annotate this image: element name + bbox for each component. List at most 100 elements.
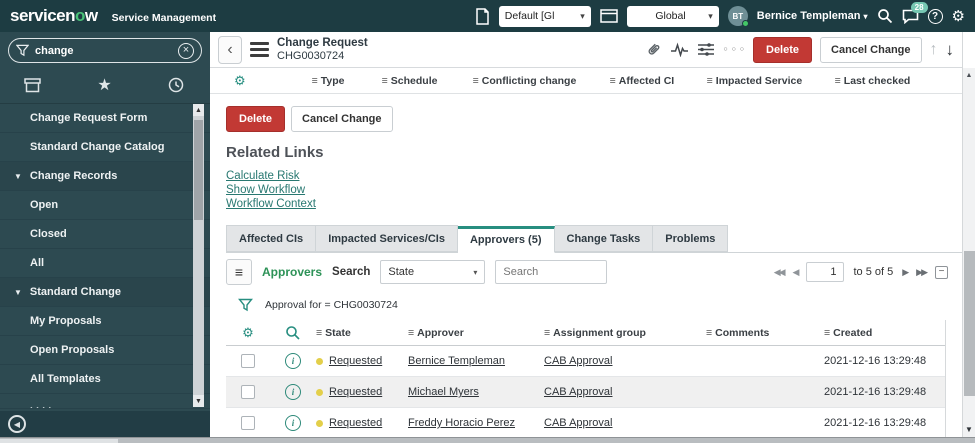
approver-link[interactable]: Bernice Templeman (408, 355, 544, 367)
column-header-comments[interactable]: ≡ Comments (706, 327, 824, 339)
main-scrollbar[interactable]: ▲ ▼ (962, 32, 975, 437)
sidebar-item-all[interactable]: All (0, 249, 210, 278)
column-header-conflicting-change[interactable]: ≡ Conflicting change (473, 75, 610, 87)
next-record-icon[interactable]: ↓ (946, 40, 955, 60)
gear-icon[interactable]: ⚙ (234, 73, 246, 89)
sidebar-item-my-proposals[interactable]: My Proposals (0, 307, 210, 336)
row-checkbox[interactable] (241, 354, 255, 368)
tab-impacted-services-cis[interactable]: Impacted Services/CIs (316, 225, 458, 252)
info-icon[interactable]: i (285, 353, 301, 369)
list-search-input[interactable] (495, 260, 608, 284)
tab-change-tasks[interactable]: Change Tasks (554, 225, 654, 252)
row-number-input[interactable] (806, 262, 845, 282)
collapse-navigator-icon[interactable]: ◀ (8, 415, 26, 433)
column-header-assignment-group[interactable]: ≡ Assignment group (544, 327, 706, 339)
column-header-schedule[interactable]: ≡ Schedule (382, 75, 473, 87)
row-checkbox[interactable] (241, 416, 255, 430)
first-page-icon[interactable]: ◀◀ (774, 267, 786, 278)
horizontal-scrollbar[interactable] (0, 437, 975, 443)
filter-condition[interactable]: Approval for = CHG0030724 (265, 299, 398, 311)
all-applications-icon[interactable] (24, 77, 41, 93)
sidebar-section-change-records[interactable]: ▼ Change Records (0, 162, 210, 191)
scrollbar-thumb[interactable] (964, 251, 975, 396)
sidebar-item-change-request-form[interactable]: Change Request Form (0, 104, 210, 133)
column-header-approver[interactable]: ≡ Approver (408, 327, 544, 339)
last-page-icon[interactable]: ▶▶ (916, 267, 928, 278)
gear-icon[interactable]: ⚙ (226, 325, 270, 341)
connect-chat-icon[interactable]: 28 (902, 1, 928, 24)
sidebar-item-standard-change-catalog[interactable]: Standard Change Catalog (0, 133, 210, 162)
state-link[interactable]: Requested (329, 355, 382, 367)
column-header-type[interactable]: ≡ Type (312, 75, 382, 87)
avatar[interactable]: BT (727, 6, 749, 27)
form-context-menu-icon[interactable] (250, 42, 269, 57)
delete-button[interactable]: Delete (753, 36, 813, 63)
sidebar-item-open[interactable]: Open (0, 191, 210, 220)
gear-icon[interactable]: ⚙ (952, 9, 965, 24)
state-link[interactable]: Requested (329, 386, 382, 398)
servicenow-logo[interactable]: servicenow (10, 6, 98, 26)
next-page-icon[interactable]: ▶ (902, 267, 909, 278)
history-clock-icon[interactable] (168, 77, 184, 93)
column-header-state[interactable]: ≡ State (316, 327, 408, 339)
previous-page-icon[interactable]: ◀ (793, 267, 800, 278)
column-header-impacted-service[interactable]: ≡ Impacted Service (707, 75, 835, 87)
sidebar-scrollbar-thumb[interactable] (194, 120, 203, 220)
column-header-created[interactable]: ≡ Created (824, 327, 945, 339)
cancel-change-button[interactable]: Cancel Change (291, 106, 393, 132)
search-icon[interactable] (877, 8, 893, 24)
help-icon[interactable]: ? (927, 8, 943, 24)
state-link[interactable]: Requested (329, 417, 382, 429)
approver-link[interactable]: Michael Myers (408, 386, 544, 398)
navigator-filter[interactable]: × (8, 38, 202, 63)
scroll-up-icon[interactable]: ▲ (963, 68, 975, 83)
minimize-list-icon[interactable]: − (935, 265, 948, 279)
navigator-filter-input[interactable] (35, 44, 165, 57)
tab-affected-cis[interactable]: Affected CIs (226, 225, 317, 252)
assignment-group-link[interactable]: CAB Approval (544, 417, 706, 429)
clear-filter-icon[interactable]: × (178, 42, 194, 59)
favorites-star-icon[interactable]: ★ (97, 75, 111, 95)
sidebar-item-open-proposals[interactable]: Open Proposals (0, 336, 210, 365)
calculate-risk-link[interactable]: Calculate Risk (226, 169, 962, 183)
tab-approvers[interactable]: Approvers (5) (457, 226, 555, 253)
info-icon[interactable]: i (285, 384, 301, 400)
scroll-up-icon[interactable]: ▲ (193, 104, 204, 116)
tab-problems[interactable]: Problems (653, 225, 729, 252)
workflow-context-link[interactable]: Workflow Context (226, 197, 962, 211)
filter-funnel-icon[interactable] (238, 298, 253, 312)
more-options-icon[interactable]: ○ ○ ○ (723, 46, 745, 53)
list-search-icon[interactable] (270, 325, 316, 341)
delete-button[interactable]: Delete (226, 106, 286, 132)
sidebar-scrollbar[interactable]: ▲ ▼ (193, 104, 204, 407)
application-scope-picker[interactable]: Global ▾ (626, 5, 719, 27)
column-header-last-checked[interactable]: ≡ Last checked (835, 75, 962, 87)
attachment-paperclip-icon[interactable] (645, 41, 662, 58)
search-column-select[interactable]: State ▾ (380, 260, 486, 284)
update-set-picker[interactable]: Default [Gl ▾ (498, 5, 591, 27)
application-scope-icon[interactable] (600, 9, 618, 23)
horizontal-scrollbar-thumb[interactable] (0, 439, 118, 443)
row-checkbox[interactable] (241, 385, 255, 399)
scroll-down-icon[interactable]: ▼ (193, 395, 204, 407)
scrollbar-track[interactable] (963, 83, 975, 422)
update-set-icon[interactable] (475, 7, 490, 25)
back-button[interactable]: ‹ (218, 35, 242, 64)
show-workflow-link[interactable]: Show Workflow (226, 183, 962, 197)
sidebar-item-closed[interactable]: Closed (0, 220, 210, 249)
sidebar-item-all-templates[interactable]: All Templates (0, 365, 210, 394)
scroll-down-icon[interactable]: ▼ (963, 422, 975, 437)
info-icon[interactable]: i (285, 415, 301, 431)
sidebar-item-clipped[interactable]: · · · · (0, 394, 210, 409)
personalize-form-icon[interactable] (697, 42, 715, 57)
sidebar-section-standard-change[interactable]: ▼ Standard Change (0, 278, 210, 307)
assignment-group-link[interactable]: CAB Approval (544, 355, 706, 367)
previous-record-icon[interactable]: ↑ (930, 41, 938, 59)
column-header-affected-ci[interactable]: ≡ Affected CI (610, 75, 707, 87)
assignment-group-link[interactable]: CAB Approval (544, 386, 706, 398)
user-menu[interactable]: Bernice Templeman ▾ (757, 10, 868, 22)
activity-stream-icon[interactable] (670, 42, 689, 57)
list-context-menu-icon[interactable]: ≡ (226, 259, 252, 285)
cancel-change-button[interactable]: Cancel Change (820, 36, 922, 63)
approver-link[interactable]: Freddy Horacio Perez (408, 417, 544, 429)
